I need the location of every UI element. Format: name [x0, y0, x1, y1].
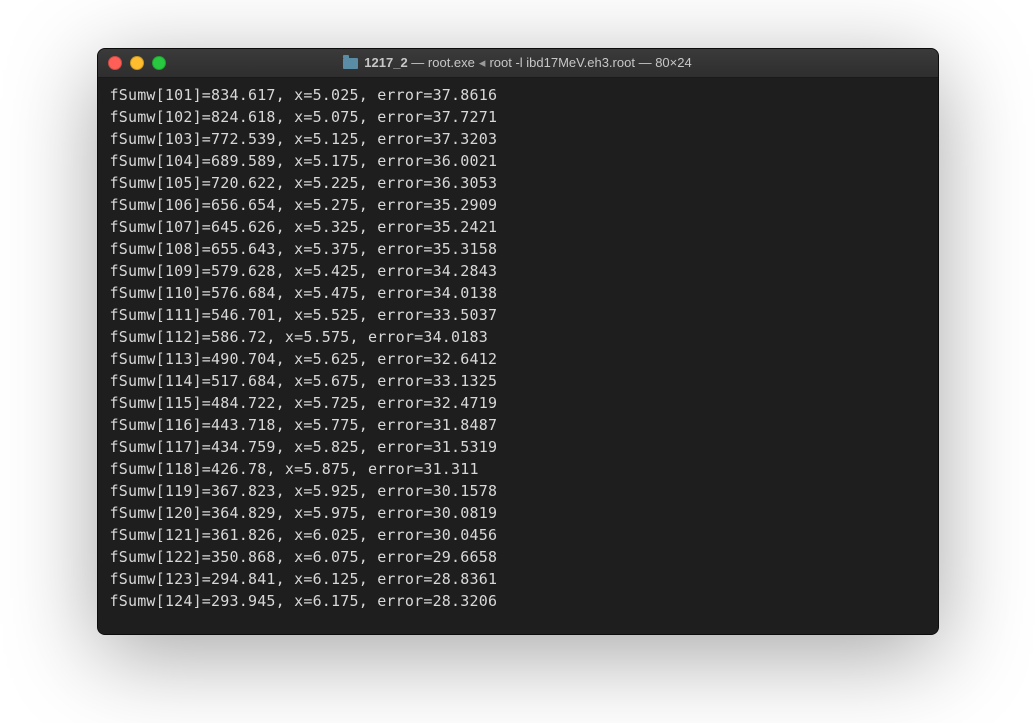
window-title: 1217_2 — root.exe◂root -l ibd17MeV.eh3.r…: [98, 55, 938, 71]
terminal-window: 1217_2 — root.exe◂root -l ibd17MeV.eh3.r…: [97, 48, 939, 635]
titlebar[interactable]: 1217_2 — root.exe◂root -l ibd17MeV.eh3.r…: [98, 49, 938, 78]
title-process: root.exe: [428, 55, 475, 70]
minimize-icon[interactable]: [130, 56, 144, 70]
terminal-output[interactable]: fSumw[101]=834.617, x=5.025, error=37.86…: [98, 78, 938, 634]
title-size: 80×24: [655, 55, 692, 70]
window-controls: [98, 56, 166, 70]
zoom-icon[interactable]: [152, 56, 166, 70]
title-folder: 1217_2: [364, 55, 407, 70]
title-command: root -l ibd17MeV.eh3.root: [489, 55, 635, 70]
close-icon[interactable]: [108, 56, 122, 70]
folder-icon: [343, 58, 358, 69]
